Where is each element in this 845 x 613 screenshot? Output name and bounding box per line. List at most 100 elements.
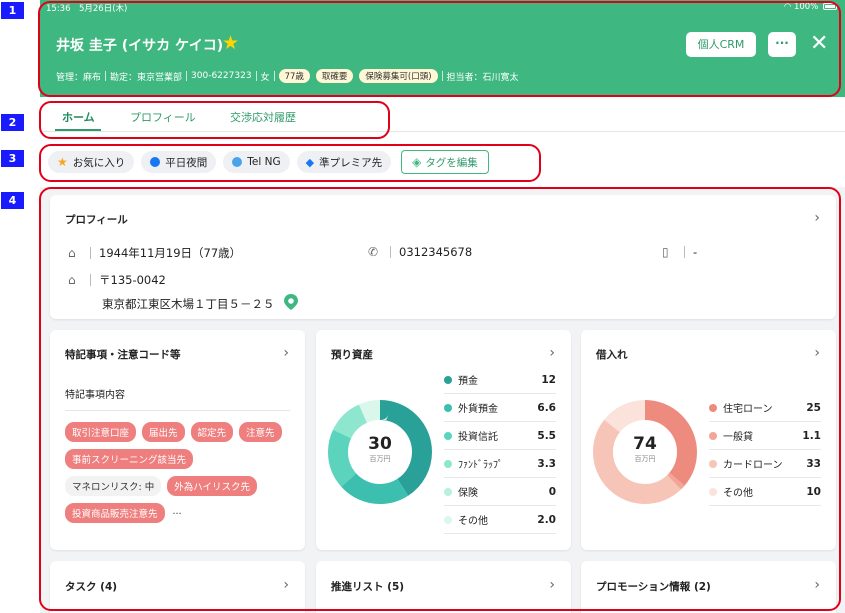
- notes-card[interactable]: 特記事項・注意コード等 › 特記事項内容 取引注意口座 届出先 認定先 注意先 …: [50, 330, 305, 550]
- promotion-info-card[interactable]: プロモーション情報 (2) ›: [581, 561, 836, 613]
- legend-dot: [444, 487, 452, 496]
- note-chip: 事前スクリーニング該当先: [65, 449, 194, 469]
- assets-title: 預り資産: [331, 349, 373, 361]
- legend-label: その他: [458, 516, 488, 527]
- tag-label: 平日夜間: [165, 156, 208, 169]
- legend-label: 一般貸: [723, 432, 753, 443]
- note-chip: 届出先: [142, 422, 185, 442]
- tab-home[interactable]: ホーム: [62, 109, 95, 125]
- legend-dot: [709, 487, 717, 496]
- home-icon: ⌂: [68, 273, 76, 287]
- dot-icon: [232, 157, 243, 167]
- confirmation-badge: 取確要: [315, 69, 354, 83]
- marker-4: 4: [1, 192, 24, 209]
- legend-dot: [444, 515, 452, 524]
- legend-value: 1.1: [802, 429, 821, 442]
- note-chip: 外為ハイリスク先: [167, 476, 258, 496]
- legend-label: 外貨預金: [458, 404, 498, 415]
- legend-label: 保険: [458, 488, 478, 499]
- tag-favorite[interactable]: ★ お気に入り: [48, 151, 135, 173]
- status-bar: 15:36 5月26日(木) ◠ 100%: [46, 2, 837, 14]
- tab-active-indicator: [55, 129, 101, 131]
- tag-label: Tel NG: [247, 156, 281, 168]
- mobile-icon: ▯: [662, 245, 669, 259]
- meta-branch: 管理：麻布: [56, 72, 102, 83]
- chevron-right-icon[interactable]: ›: [549, 577, 555, 593]
- legend-value: 25: [806, 401, 821, 414]
- legend-row: その他 2.0: [444, 506, 556, 534]
- tag-weekday-night[interactable]: 平日夜間: [141, 151, 217, 173]
- mobile-value: -: [693, 245, 698, 259]
- meta-number: 300-6227323: [191, 71, 252, 81]
- tag-list: ★ お気に入り 平日夜間 Tel NG ◆ 準プレミア先 ◈ タグを編集: [48, 150, 489, 174]
- chevron-right-icon[interactable]: ›: [814, 577, 820, 593]
- tag-label: 準プレミア先: [319, 156, 383, 169]
- assets-card[interactable]: 預り資産 › 30 百万円 預金 12 外貨預金 6.6 投資信託 5.5 ﾌｧﾝﾄﾞ…: [316, 330, 571, 550]
- map-pin-icon[interactable]: [283, 294, 298, 313]
- age-badge: 77歳: [278, 69, 310, 83]
- app-screen: 15:36 5月26日(木) ◠ 100% 井坂 圭子 (イサカ ケイコ) ★ …: [0, 0, 845, 613]
- legend-row: 住宅ローン 25: [709, 394, 821, 422]
- customer-meta: 管理：麻布 勘定：東京営業部 300-6227323 女 77歳 取確要 保険募…: [56, 69, 519, 83]
- legend-row: その他 10: [709, 478, 821, 506]
- note-chip: マネロンリスク: 中: [65, 476, 162, 496]
- loans-unit: 百万円: [634, 455, 656, 463]
- promotion-list-card[interactable]: 推進リスト (5) ›: [316, 561, 571, 613]
- legend-dot: [709, 403, 717, 412]
- notes-content-label: 特記事項内容: [65, 390, 125, 401]
- profile-card[interactable]: プロフィール › ⌂ 1944年11月19日（77歳） ✆ 0312345678…: [50, 195, 836, 319]
- legend-value: 10: [806, 485, 821, 498]
- assets-total: 30 百万円: [328, 434, 432, 464]
- legend-dot: [444, 459, 452, 468]
- legend-dot: [444, 403, 452, 412]
- birthday-value: 1944年11月19日（77歳）: [99, 246, 242, 260]
- note-chip: 取引注意口座: [65, 422, 137, 442]
- crm-button[interactable]: 個人CRM: [686, 32, 756, 57]
- marker-3: 3: [1, 150, 24, 167]
- tasks-title: タスク (4): [65, 581, 118, 593]
- loans-card[interactable]: 借入れ › 74 百万円 住宅ローン 25 一般貸 1.1 カードローン 33 その他…: [581, 330, 836, 550]
- legend-label: その他: [723, 488, 753, 499]
- legend-label: カードローン: [723, 460, 783, 471]
- close-icon[interactable]: ✕: [810, 30, 828, 58]
- note-chip: 注意先: [239, 422, 282, 442]
- assets-unit: 百万円: [369, 455, 391, 463]
- legend-value: 0: [548, 485, 556, 498]
- tag-label: お気に入り: [72, 156, 126, 169]
- battery-icon: [823, 3, 837, 10]
- wifi-icon: ◠: [783, 2, 792, 12]
- legend-value: 33: [806, 457, 821, 470]
- chevron-right-icon[interactable]: ›: [549, 345, 555, 361]
- legend-row: 一般貸 1.1: [709, 422, 821, 450]
- postal-code: 〒135-0042: [99, 273, 166, 287]
- phone-value[interactable]: 0312345678: [399, 245, 472, 259]
- legend-label: 投資信託: [458, 432, 498, 443]
- meta-account: 勘定：東京営業部: [110, 72, 183, 83]
- chevron-right-icon[interactable]: ›: [814, 345, 820, 361]
- tab-profile[interactable]: プロフィール: [130, 109, 196, 125]
- notes-chip-list: 取引注意口座 届出先 認定先 注意先 事前スクリーニング該当先 マネロンリスク:…: [65, 422, 295, 523]
- tag-tel-ng[interactable]: Tel NG: [223, 151, 290, 173]
- legend-row: 外貨預金 6.6: [444, 394, 556, 422]
- note-chip: 認定先: [190, 422, 234, 442]
- more-options-button[interactable]: ···: [768, 32, 796, 57]
- tab-history[interactable]: 交渉応対履歴: [230, 109, 296, 125]
- loans-total-value: 74: [633, 434, 657, 454]
- chevron-right-icon[interactable]: ›: [283, 577, 289, 593]
- marker-2: 2: [1, 114, 24, 131]
- legend-row: ﾌｧﾝﾄﾞﾗｯﾌﾟ 3.3: [444, 450, 556, 478]
- legend-dot: [444, 431, 452, 440]
- marker-1: 1: [1, 2, 24, 19]
- notes-title: 特記事項・注意コード等: [65, 349, 181, 361]
- tasks-card[interactable]: タスク (4) ›: [50, 561, 305, 613]
- edit-tags-button[interactable]: ◈ タグを編集: [401, 150, 489, 174]
- chevron-right-icon[interactable]: ›: [814, 210, 820, 226]
- favorite-star-icon[interactable]: ★: [222, 32, 239, 54]
- birthday-row: ⌂ 1944年11月19日（77歳）: [68, 245, 241, 261]
- star-icon: ★: [57, 155, 68, 169]
- chevron-right-icon[interactable]: ›: [283, 345, 289, 361]
- tag-semi-premier[interactable]: ◆ 準プレミア先: [296, 151, 392, 173]
- tab-bar: ホーム プロフィール 交渉応対履歴: [40, 100, 845, 132]
- phone-row: ✆ 0312345678: [368, 245, 472, 259]
- loans-title: 借入れ: [596, 349, 628, 361]
